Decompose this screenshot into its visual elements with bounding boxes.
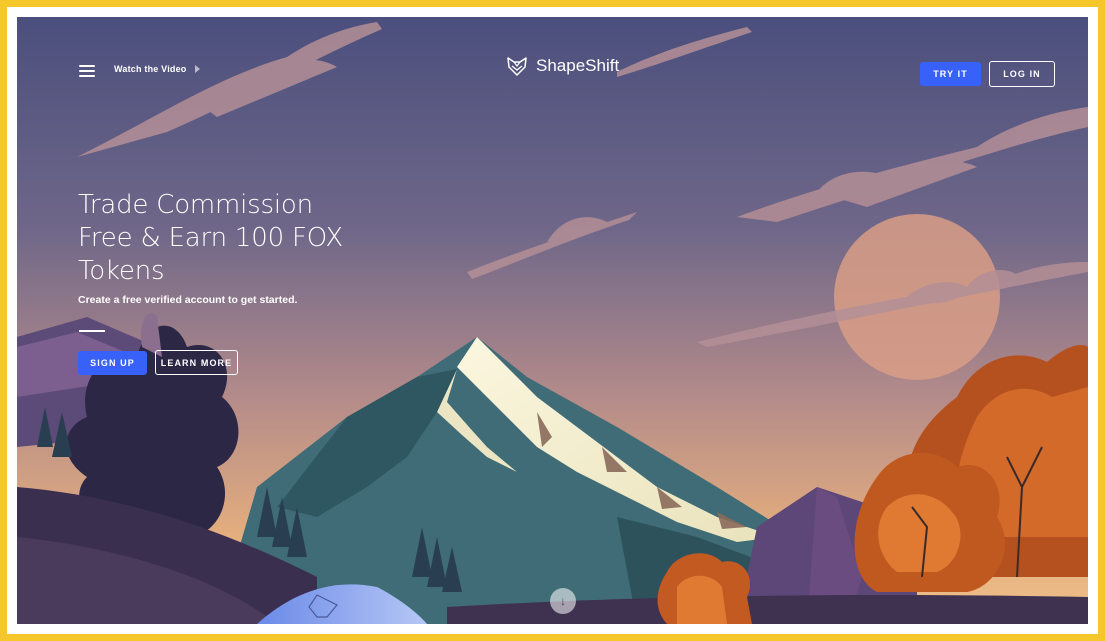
sign-up-button[interactable]: SIGN UP — [78, 351, 147, 375]
scroll-down-button[interactable]: ↓ — [550, 588, 576, 614]
hamburger-menu-icon[interactable] — [79, 65, 95, 77]
brand-name: ShapeShift — [536, 56, 620, 75]
watch-video-label: Watch the Video — [114, 64, 187, 74]
fox-head-logo-icon — [507, 57, 527, 76]
hero-subtitle: Create a free verified account to get st… — [78, 294, 298, 306]
learn-more-button[interactable]: LEARN MORE — [155, 350, 238, 375]
page-frame: Watch the Video ShapeShift TRY IT LOG IN… — [7, 7, 1098, 634]
play-triangle-icon — [194, 65, 200, 73]
hero-title-line-1: Trade Commission — [78, 190, 313, 220]
hero-scene: Watch the Video ShapeShift TRY IT LOG IN… — [17, 17, 1088, 624]
watch-video-link[interactable]: Watch the Video — [114, 64, 200, 74]
top-navigation: Watch the Video ShapeShift TRY IT LOG IN — [17, 17, 1088, 117]
hero-divider — [79, 330, 105, 332]
try-it-button[interactable]: TRY IT — [920, 62, 981, 86]
hero-title-line-2: Free & Earn 100 FOX — [78, 223, 343, 253]
brand-logo[interactable]: ShapeShift — [506, 55, 619, 77]
arrow-down-icon: ↓ — [560, 594, 566, 608]
log-in-button[interactable]: LOG IN — [989, 61, 1055, 87]
hero-title-line-3: Tokens — [78, 256, 165, 286]
hero-title: Trade Commission Free & Earn 100 FOX Tok… — [78, 189, 378, 288]
